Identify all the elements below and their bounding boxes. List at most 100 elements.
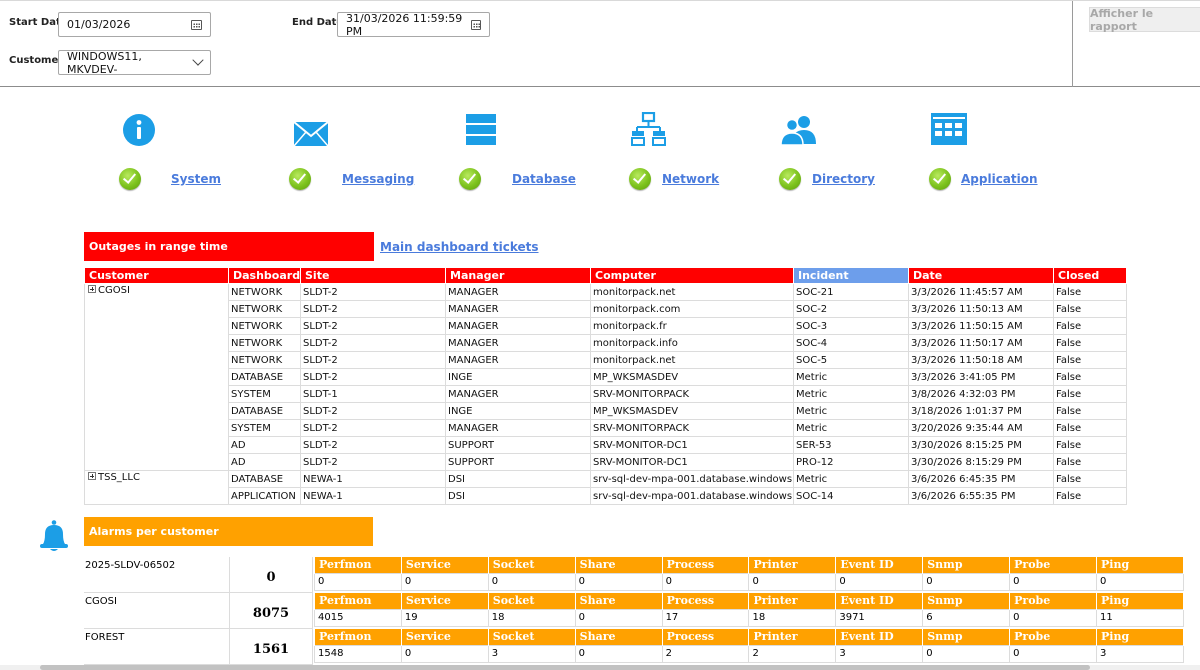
column-header-customer[interactable]: Customer xyxy=(84,267,229,284)
service-link-messaging[interactable]: Messaging xyxy=(342,172,414,186)
horizontal-scrollbar[interactable] xyxy=(0,665,1200,670)
customer-select[interactable]: WINDOWS11, MKVDEV- xyxy=(58,49,211,76)
metric-value: 17 xyxy=(661,608,750,627)
cell-incident: Metric xyxy=(793,402,909,420)
expand-icon[interactable] xyxy=(88,285,96,293)
status-ok-icon xyxy=(929,168,951,190)
service-database: Database xyxy=(459,112,609,192)
metric-value: 0 xyxy=(1009,644,1098,663)
start-date-input[interactable]: 01/03/2026 xyxy=(58,12,211,37)
metric-header: Socket xyxy=(487,593,576,609)
cell-closed: False xyxy=(1053,283,1127,301)
outages-table: Customer Dashboard Site Manager Computer… xyxy=(84,267,1127,505)
column-header-manager[interactable]: Manager xyxy=(445,267,591,284)
metric-header: Share xyxy=(574,557,663,573)
metric-value: 0 xyxy=(574,608,663,627)
report-filters: Start Date 01/03/2026 End Date 31/03/202… xyxy=(0,0,1200,87)
metric-value: 0 xyxy=(314,572,402,591)
column-header-date[interactable]: Date xyxy=(908,267,1054,284)
cell-dashboard: AD xyxy=(228,453,301,471)
cell-incident: SOC-5 xyxy=(793,351,909,369)
cell-date: 3/3/2026 11:50:17 AM xyxy=(908,334,1054,352)
metric-header: Share xyxy=(574,593,663,609)
main-dashboard-tickets-link[interactable]: Main dashboard tickets xyxy=(380,240,539,254)
column-header-incident[interactable]: Incident xyxy=(793,267,909,284)
cell-incident: Metric xyxy=(793,419,909,437)
alarm-customer-row: FOREST 1561 Perfmon Service Socket Share Proce… xyxy=(84,629,1184,665)
cell-manager: MANAGER xyxy=(445,419,591,437)
customer-select-value: WINDOWS11, MKVDEV- xyxy=(67,49,142,76)
metric-value: 0 xyxy=(400,644,489,663)
cell-manager: MANAGER xyxy=(445,351,591,369)
outage-row: AD SLDT-2 SUPPORT SRV-MONITOR-DC1 PRO-12 3/30… xyxy=(85,453,1127,471)
column-header-site[interactable]: Site xyxy=(300,267,446,284)
column-header-closed[interactable]: Closed xyxy=(1053,267,1127,284)
alarm-customer-name: CGOSI xyxy=(84,593,229,629)
metric-value: 0 xyxy=(661,572,750,591)
cell-date: 3/30/2026 8:15:29 PM xyxy=(908,453,1054,471)
alarm-total: 0 xyxy=(229,557,313,593)
metric-header: Event ID xyxy=(835,593,924,609)
metric-value: 2 xyxy=(661,644,750,663)
cell-dashboard: APPLICATION xyxy=(228,487,301,505)
cell-site: SLDT-2 xyxy=(300,436,446,454)
service-link-database[interactable]: Database xyxy=(512,172,576,186)
service-link-application[interactable]: Application xyxy=(961,172,1038,186)
cell-manager: DSI xyxy=(445,470,591,488)
cell-manager: MANAGER xyxy=(445,385,591,403)
cell-date: 3/3/2026 11:45:57 AM xyxy=(908,283,1054,301)
outages-header-row: Customer Dashboard Site Manager Computer… xyxy=(84,267,1127,284)
bell-icon xyxy=(40,520,68,551)
cell-manager: DSI xyxy=(445,487,591,505)
cell-date: 3/3/2026 11:50:13 AM xyxy=(908,300,1054,318)
status-ok-icon xyxy=(289,168,311,190)
service-link-network[interactable]: Network xyxy=(662,172,719,186)
cell-incident: SOC-3 xyxy=(793,317,909,335)
metric-value-row: 4015 19 18 0 17 18 3971 6 0 11 xyxy=(314,608,1184,627)
calendar-icon[interactable] xyxy=(191,19,202,30)
cell-dashboard: SYSTEM xyxy=(228,385,301,403)
cell-computer: MP_WKSMASDEV xyxy=(590,368,794,386)
metric-header: Perfmon xyxy=(314,557,402,573)
cell-date: 3/8/2026 4:32:03 PM xyxy=(908,385,1054,403)
metric-header: Probe xyxy=(1009,593,1098,609)
show-report-button[interactable]: Afficher le rapport xyxy=(1089,7,1200,33)
metric-value: 0 xyxy=(748,572,837,591)
service-link-directory[interactable]: Directory xyxy=(812,172,875,186)
cell-site: SLDT-2 xyxy=(300,283,446,301)
metric-header: Service xyxy=(400,593,489,609)
cell-closed: False xyxy=(1053,385,1127,403)
cell-incident: SOC-4 xyxy=(793,334,909,352)
customer-label: Customer xyxy=(9,55,64,66)
users-icon xyxy=(780,116,816,146)
end-date-input[interactable]: 31/03/2026 11:59:59 PM xyxy=(337,12,490,38)
column-header-computer[interactable]: Computer xyxy=(590,267,794,284)
metric-value: 0 xyxy=(922,644,1011,663)
service-link-system[interactable]: System xyxy=(171,172,221,186)
metric-header: Process xyxy=(661,629,750,645)
metric-value: 0 xyxy=(487,572,576,591)
cell-closed: False xyxy=(1053,436,1127,454)
status-ok-icon xyxy=(629,168,651,190)
cell-site: SLDT-2 xyxy=(300,402,446,420)
cell-date: 3/30/2026 8:15:25 PM xyxy=(908,436,1054,454)
cell-closed: False xyxy=(1053,487,1127,505)
column-header-dashboard[interactable]: Dashboard xyxy=(228,267,301,284)
service-directory: Directory xyxy=(779,112,929,192)
service-messaging: Messaging xyxy=(289,112,439,192)
cell-site: SLDT-2 xyxy=(300,300,446,318)
expand-icon[interactable] xyxy=(88,472,96,480)
scrollbar-thumb[interactable] xyxy=(40,665,1090,670)
cell-computer: monitorpack.net xyxy=(590,351,794,369)
cell-computer: monitorpack.com xyxy=(590,300,794,318)
metric-value: 0 xyxy=(1009,572,1098,591)
outage-row: NETWORK SLDT-2 MANAGER monitorpack.info SOC-… xyxy=(85,334,1127,352)
service-network: Network xyxy=(629,112,779,192)
cell-computer: srv-sql-dev-mpa-001.database.windows.net xyxy=(590,470,794,488)
metric-value: 3971 xyxy=(835,608,924,627)
cell-incident: Metric xyxy=(793,470,909,488)
cell-closed: False xyxy=(1053,453,1127,471)
outage-row: SYSTEM SLDT-2 MANAGER SRV-MONITORPACK Metric… xyxy=(85,419,1127,437)
outage-row: NETWORK SLDT-2 MANAGER monitorpack.fr SOC-3 3… xyxy=(85,317,1127,335)
calendar-icon[interactable] xyxy=(470,19,481,30)
